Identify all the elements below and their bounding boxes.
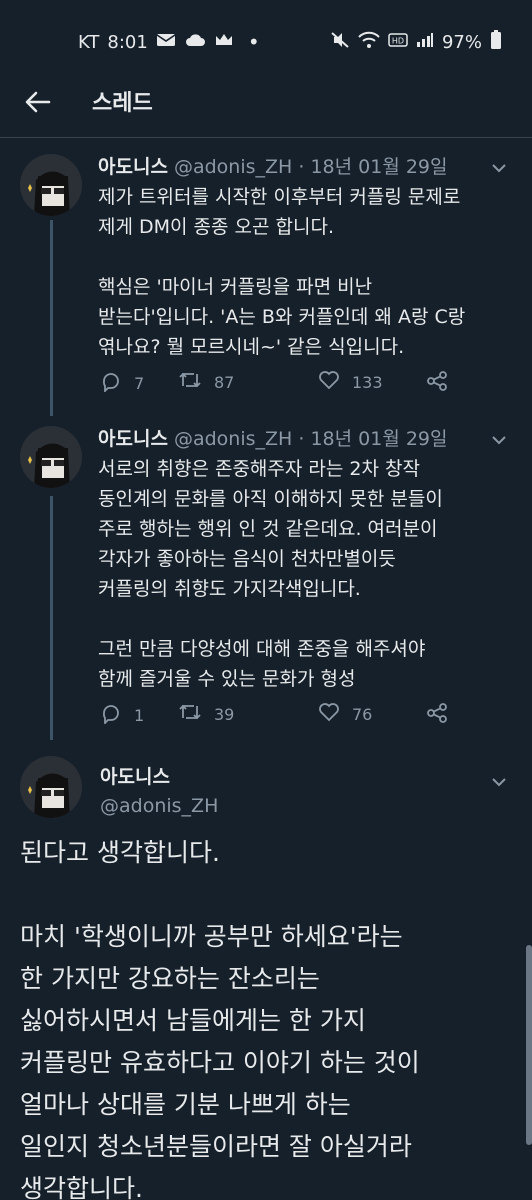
tweet-line: 동인계의 문화를 아직 이해하지 못한 분들이 (98, 488, 443, 510)
tweet-line: 얼마나 상대를 기분 나쁘게 하는 (20, 1090, 351, 1119)
tweet-line: 커플링의 취향도 가지각색입니다. (98, 578, 361, 600)
tweet-line: 제가 트위터를 시작한 이후부터 커플링 문제로 (98, 186, 461, 208)
thread-tweet[interactable]: 아도니스 @adonis_ZH · 18년 01월 29일 서로의 취향은 존중… (0, 412, 532, 742)
tweet-line: 일인지 청소년분들이라면 잘 아실거라 (20, 1132, 412, 1161)
share-icon (426, 702, 448, 728)
reply-count: 1 (134, 705, 145, 725)
author-name[interactable]: 아도니스 (100, 762, 170, 789)
carrier-label: KT (78, 31, 100, 53)
status-right: HD 97% (330, 30, 502, 55)
hd-voice-icon: HD (388, 32, 408, 53)
retweet-icon (178, 370, 202, 394)
page-title: 스레드 (92, 91, 153, 116)
tweet-line: 주로 행하는 행위 인 것 같은데요. 여러분이 (98, 518, 438, 540)
tweet-text: 제가 트위터를 시작한 이후부터 커플링 문제로 제게 DM이 종종 오곤 합니… (98, 182, 518, 362)
retweet-count: 39 (214, 704, 235, 724)
svg-text:HD: HD (392, 37, 404, 46)
avatar-image (20, 154, 82, 216)
signal-icon (416, 32, 434, 53)
back-arrow-icon (25, 91, 51, 117)
tweet-date: · 18년 01월 29일 (298, 156, 448, 178)
tweet-line: 마치 '학생이니까 공부만 하세요'라는 (20, 922, 403, 951)
tweet-text: 된다고 생각합니다. 마치 '학생이니까 공부만 하세요'라는 한 가지만 강요… (20, 832, 520, 1200)
tweet-actions: 7 87 133 (100, 370, 520, 400)
tweet-line: 핵심은 '마이너 커플링을 파면 비난 (98, 276, 373, 298)
status-left: KT 8:01 • (78, 30, 260, 54)
like-count: 133 (352, 372, 383, 392)
tweet-menu-button[interactable] (484, 152, 514, 182)
status-bar: KT 8:01 • HD 97% (0, 0, 532, 80)
tweet-line: 그런 만큼 다양성에 대해 존중을 해주셔야 (98, 638, 426, 660)
tweet-header: 아도니스 @adonis_ZH · 18년 01월 29일 (98, 152, 448, 179)
avatar[interactable] (20, 154, 82, 216)
tweet-menu-button[interactable] (484, 766, 514, 796)
like-button[interactable]: 133 (318, 370, 383, 394)
tweet-date: · 18년 01월 29일 (298, 428, 448, 450)
reply-count: 7 (134, 373, 145, 393)
crown-icon (214, 32, 234, 53)
notification-dot-icon: • (247, 30, 260, 54)
tweet-header: 아도니스 @adonis_ZH · 18년 01월 29일 (98, 424, 448, 451)
tweet-line: 싫어하시면서 남들에게는 한 가지 (20, 1006, 366, 1035)
heart-icon (318, 370, 340, 394)
chevron-down-icon (491, 772, 507, 791)
tweet-line: 엮나요? 뭘 모르시네~' 같은 식입니다. (98, 336, 405, 358)
thread-tweet[interactable]: 아도니스 @adonis_ZH · 18년 01월 29일 제가 트위터를 시작… (0, 140, 532, 408)
avatar-image (20, 426, 82, 488)
reply-button[interactable]: 7 (100, 370, 144, 396)
tweet-line: 된다고 생각합니다. (20, 838, 220, 867)
tweet-line: 생각합니다. (20, 1174, 143, 1200)
avatar[interactable] (20, 426, 82, 488)
battery-icon (490, 30, 502, 55)
tweet-actions: 1 39 76 (100, 702, 520, 732)
battery-percent: 97% (441, 32, 482, 53)
reply-icon (100, 370, 122, 396)
like-count: 76 (352, 704, 373, 724)
scrollbar[interactable] (526, 945, 532, 1145)
mute-icon (330, 31, 350, 54)
retweet-count: 87 (214, 372, 235, 392)
tweet-text: 서로의 취향은 존중해주자 라는 2차 창작 동인계의 문화를 아직 이해하지 … (98, 454, 518, 694)
share-button[interactable] (426, 370, 448, 396)
chevron-down-icon (491, 430, 507, 449)
author-handle[interactable]: @adonis_ZH (174, 428, 292, 450)
chevron-down-icon (491, 158, 507, 177)
tweet-menu-button[interactable] (484, 424, 514, 454)
author-name[interactable]: 아도니스 (98, 428, 168, 450)
tweet-line: 함께 즐거울 수 있는 문화가 형성 (98, 668, 356, 690)
retweet-button[interactable]: 39 (178, 702, 234, 726)
clock-time: 8:01 (107, 31, 148, 53)
tweet-line: 각자가 좋아하는 음식이 천차만별이듯 (98, 548, 396, 570)
share-button[interactable] (426, 702, 448, 728)
wifi-icon (358, 31, 380, 54)
reply-icon (100, 702, 122, 728)
mail-icon (156, 32, 176, 53)
back-button[interactable] (20, 86, 56, 122)
tweet-line: 서로의 취향은 존중해주자 라는 2차 창작 (98, 458, 420, 480)
share-icon (426, 370, 448, 396)
tweet-line: 제게 DM이 종종 오곤 합니다. (98, 216, 335, 238)
tweet-line: 한 가지만 강요하는 잔소리는 (20, 964, 320, 993)
author-handle[interactable]: @adonis_ZH (174, 156, 292, 178)
retweet-icon (178, 702, 202, 726)
retweet-button[interactable]: 87 (178, 370, 234, 394)
tweet-line: 받는다'입니다. 'A는 B와 커플인데 왜 A랑 C랑 (98, 306, 466, 328)
avatar[interactable] (20, 756, 82, 818)
like-button[interactable]: 76 (318, 702, 372, 726)
thread-header: 스레드 (0, 80, 532, 138)
cloud-icon (184, 32, 206, 53)
avatar-image (20, 756, 82, 818)
tweet-line: 커플링만 유효하다고 이야기 하는 것이 (20, 1048, 420, 1077)
reply-button[interactable]: 1 (100, 702, 144, 728)
heart-icon (318, 702, 340, 726)
author-name[interactable]: 아도니스 (98, 156, 168, 178)
author-handle[interactable]: @adonis_ZH (100, 795, 218, 817)
